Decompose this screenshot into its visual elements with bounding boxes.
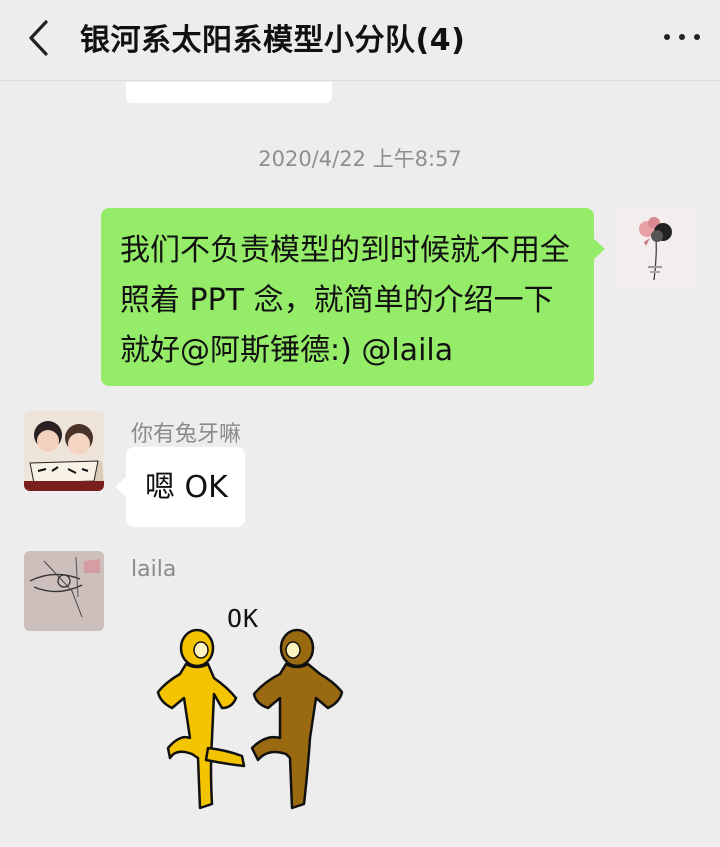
sender-name-laila: laila [131,557,177,582]
ok-sticker[interactable]: OK [140,598,360,828]
message-timestamp: 2020/4/22 上午8:57 [258,147,462,171]
member-avatar[interactable] [24,411,104,491]
previous-message-bubble[interactable] [126,82,332,103]
sketch-eye-avatar-image [24,551,104,631]
incoming-message-bubble[interactable]: 嗯 OK [115,447,245,527]
self-avatar[interactable] [616,208,696,288]
back-button[interactable] [20,16,60,60]
more-dots-icon [664,34,670,40]
chat-header: 银河系太阳系模型小分队(4) [0,0,720,81]
couple-avatar-image [24,411,104,491]
sticker-ok-text: OK [227,604,260,633]
outgoing-message-bubble[interactable]: 我们不负责模型的到时候就不用全照着 PPT 念，就简单的介绍一下就好@阿斯锤德:… [101,208,605,386]
laila-avatar[interactable] [24,551,104,631]
chat-title: 银河系太阳系模型小分队(4) [80,23,466,58]
flower-avatar-image [616,208,696,288]
more-button[interactable] [662,22,702,52]
chevron-left-icon [29,20,48,56]
sender-name: 你有兔牙嘛 [131,422,242,447]
